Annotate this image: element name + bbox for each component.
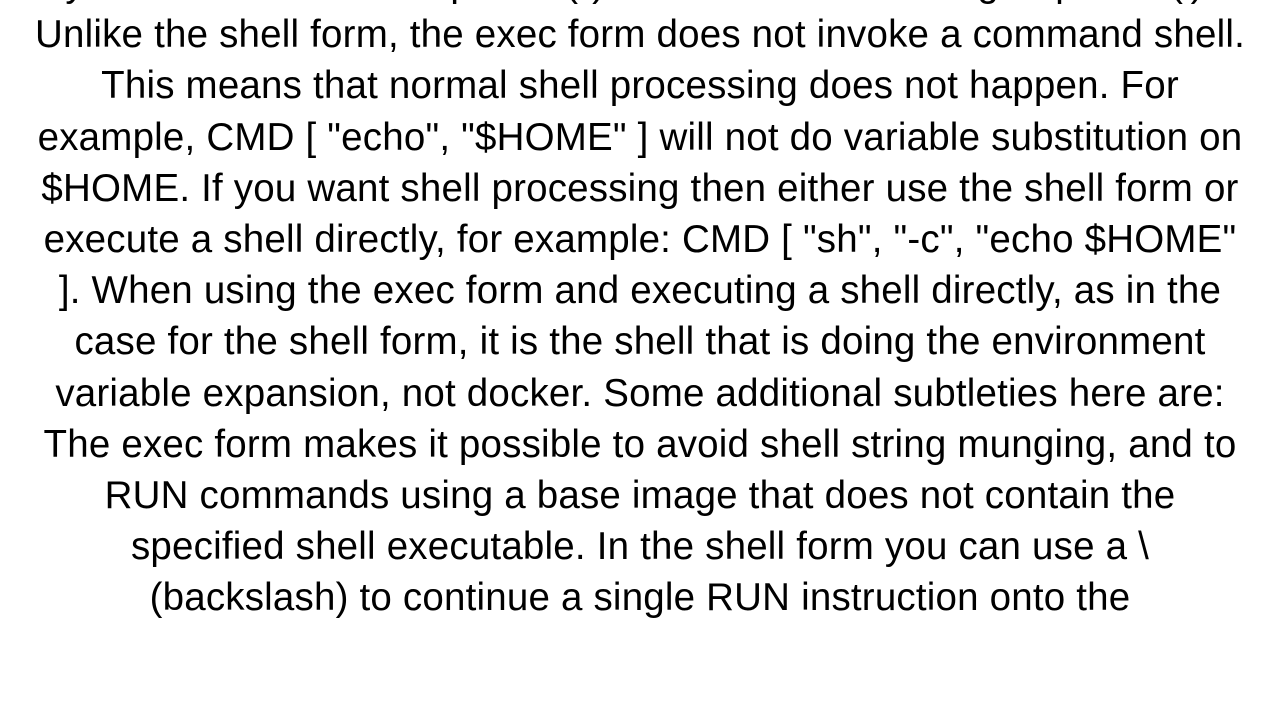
document-page: you must use double-quotes (") around wo…	[0, 0, 1280, 720]
body-paragraph: you must use double-quotes (") around wo…	[30, 0, 1250, 624]
